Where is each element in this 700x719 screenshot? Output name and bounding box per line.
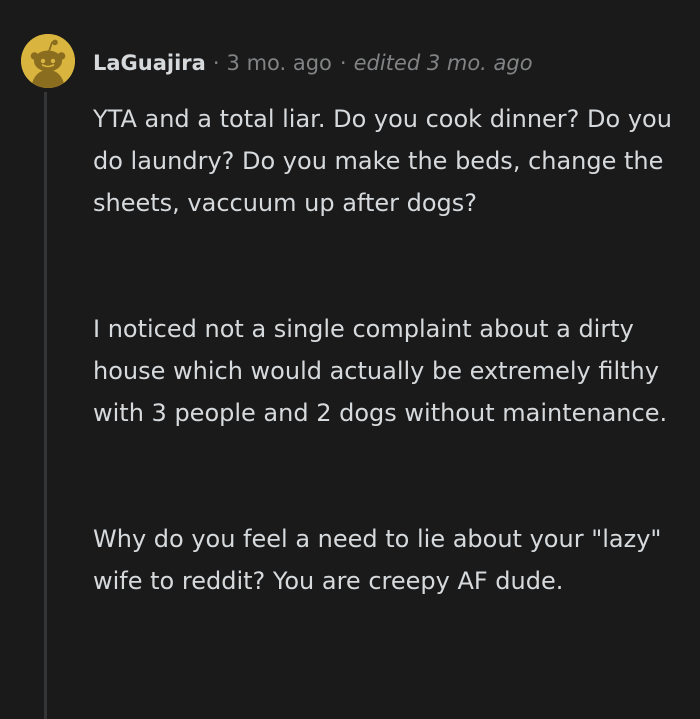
comment-paragraph-1: YTA and a total liar. Do you cook dinner… <box>93 105 672 217</box>
comment-paragraph-3: Why do you feel a need to lie about your… <box>93 525 662 595</box>
comment-meta: LaGuajira · 3 mo. ago · edited 3 mo. ago <box>93 48 533 78</box>
meta-separator-2: · <box>339 51 347 75</box>
user-avatar[interactable] <box>21 34 75 88</box>
comment: LaGuajira · 3 mo. ago · edited 3 mo. ago… <box>0 0 700 719</box>
comment-paragraph-2: I noticed not a single complaint about a… <box>93 315 668 427</box>
thread-line[interactable] <box>44 92 47 719</box>
meta-separator-1: · <box>212 51 220 75</box>
snoo-avatar-icon <box>21 34 75 88</box>
edited-label: edited 3 mo. ago <box>353 51 533 75</box>
timestamp[interactable]: 3 mo. ago <box>227 51 332 75</box>
comment-body: YTA and a total liar. Do you cook dinner… <box>93 98 683 602</box>
author-link[interactable]: LaGuajira <box>93 51 206 75</box>
